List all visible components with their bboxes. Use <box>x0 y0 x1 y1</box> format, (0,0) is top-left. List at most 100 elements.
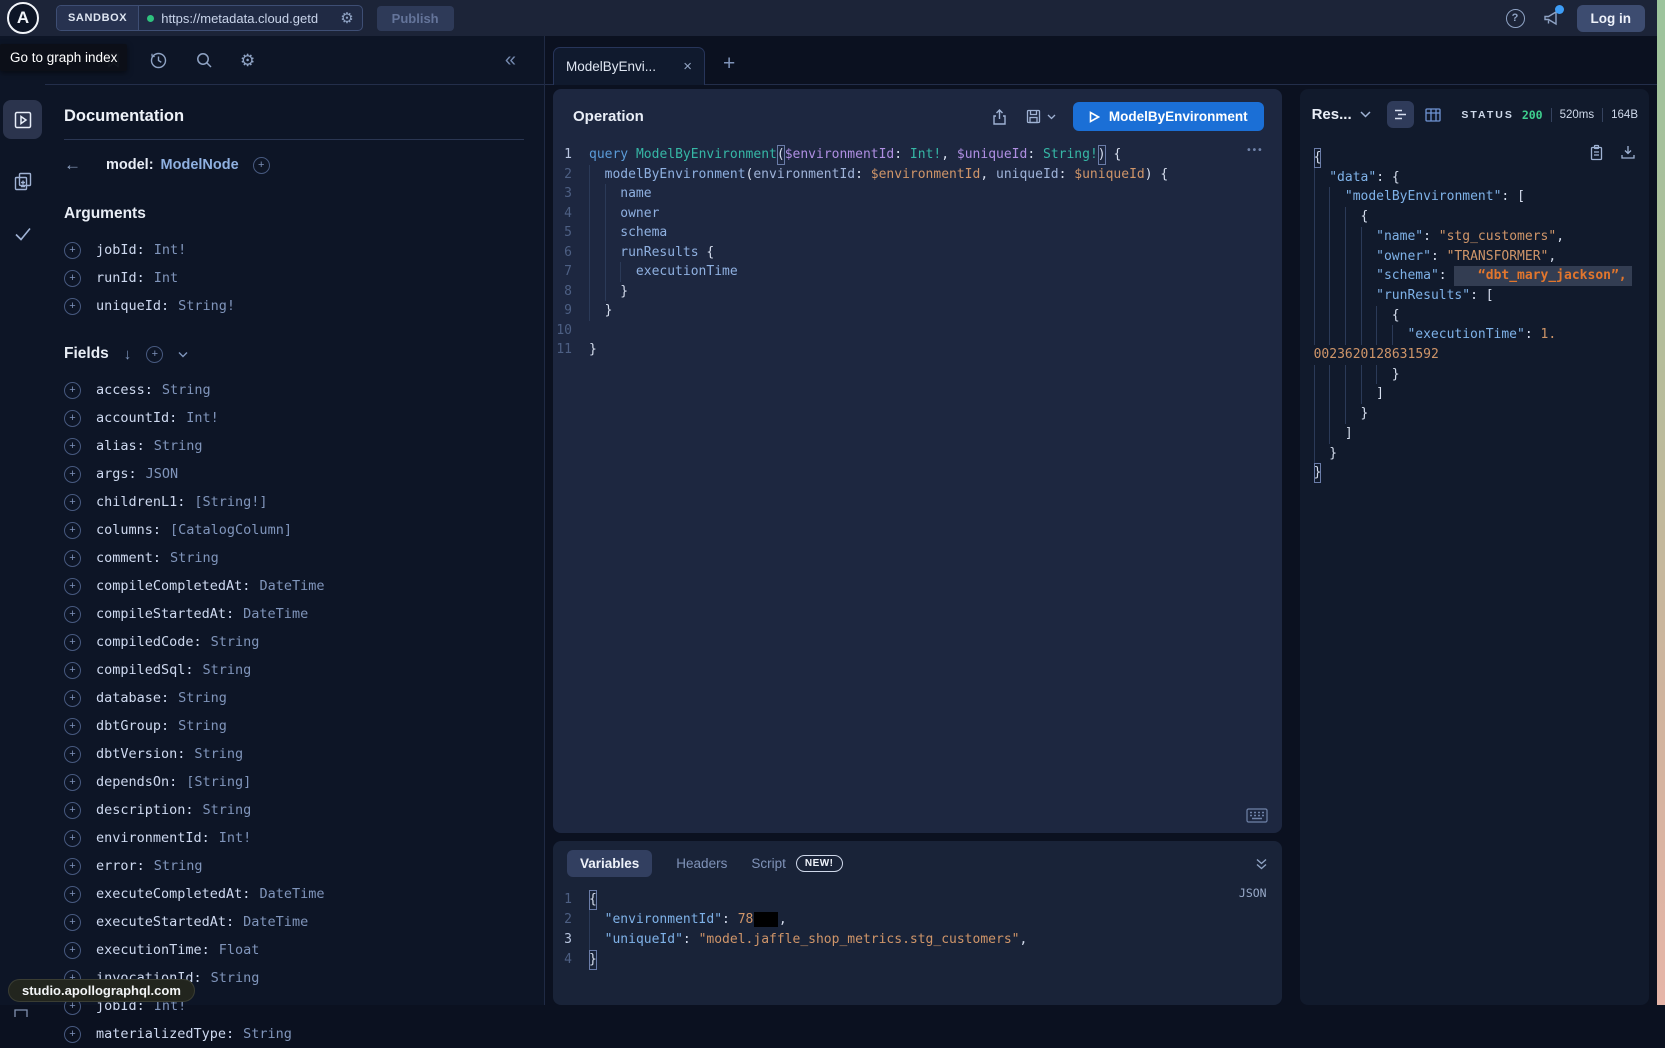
field-name[interactable]: description: <box>96 802 194 818</box>
formatted-view-icon[interactable] <box>1387 101 1414 128</box>
field-type[interactable]: String <box>170 550 219 566</box>
field-type[interactable]: String <box>178 718 227 734</box>
add-field-button[interactable]: + <box>64 298 81 315</box>
field-type[interactable]: String <box>154 438 203 454</box>
field-name[interactable]: materializedType: <box>96 1026 234 1042</box>
field-name[interactable]: childrenL1: <box>96 494 185 510</box>
field-name[interactable]: args: <box>96 466 137 482</box>
copy-response-icon[interactable] <box>1589 144 1604 161</box>
add-field-button[interactable]: + <box>64 690 81 707</box>
field-type[interactable]: String <box>203 802 252 818</box>
field-name[interactable]: runId: <box>96 270 145 286</box>
download-response-icon[interactable] <box>1620 144 1636 161</box>
field-name[interactable]: dependsOn: <box>96 774 177 790</box>
tab-script[interactable]: Script <box>751 856 786 871</box>
field-type[interactable]: [String!] <box>194 494 267 510</box>
field-type[interactable]: String! <box>178 298 235 314</box>
field-type[interactable]: DateTime <box>243 606 308 622</box>
table-view-icon[interactable] <box>1420 101 1447 128</box>
field-name[interactable]: compileCompletedAt: <box>96 578 250 594</box>
tab-variables[interactable]: Variables <box>567 850 652 877</box>
endpoint-url-text[interactable]: https://metadata.cloud.getd <box>161 11 333 26</box>
field-type[interactable]: Int! <box>219 830 252 846</box>
field-type[interactable]: [CatalogColumn] <box>170 522 292 538</box>
add-field-button[interactable]: + <box>64 942 81 959</box>
field-type[interactable]: String <box>211 634 260 650</box>
field-type[interactable]: Float <box>219 942 260 958</box>
login-button[interactable]: Log in <box>1577 5 1646 32</box>
editor-overflow-menu-icon[interactable]: ••• <box>1247 145 1264 156</box>
field-type[interactable]: Int! <box>154 242 187 258</box>
field-name[interactable]: comment: <box>96 550 161 566</box>
collapse-sidebar-icon[interactable]: « <box>505 49 516 72</box>
add-field-button[interactable]: + <box>64 634 81 651</box>
field-name[interactable]: uniqueId: <box>96 298 169 314</box>
keyboard-shortcuts-icon[interactable] <box>1246 808 1268 823</box>
field-type[interactable]: DateTime <box>259 886 324 902</box>
close-tab-icon[interactable]: × <box>683 58 692 75</box>
response-title-dropdown[interactable]: Res... <box>1312 106 1371 123</box>
field-type[interactable]: String <box>243 1026 292 1042</box>
field-type[interactable]: Int! <box>186 410 219 426</box>
sidebar-item-checks[interactable] <box>3 214 42 253</box>
field-name[interactable]: compileStartedAt: <box>96 606 234 622</box>
history-icon[interactable] <box>149 51 168 70</box>
tab-headers[interactable]: Headers <box>676 856 727 871</box>
field-name[interactable]: alias: <box>96 438 145 454</box>
add-field-button[interactable]: + <box>64 242 81 259</box>
variables-editor[interactable]: 1{2"environmentId": 78,3"uniqueId": "mod… <box>553 884 1282 970</box>
add-field-button[interactable]: + <box>64 746 81 763</box>
field-type[interactable]: String <box>154 858 203 874</box>
field-name[interactable]: environmentId: <box>96 830 210 846</box>
field-name[interactable]: compiledSql: <box>96 662 194 678</box>
field-name[interactable]: database: <box>96 690 169 706</box>
field-type[interactable]: Int <box>154 270 178 286</box>
field-type[interactable]: String <box>203 662 252 678</box>
field-type[interactable]: String <box>194 746 243 762</box>
add-field-button[interactable]: + <box>64 270 81 287</box>
add-field-button[interactable]: + <box>64 858 81 875</box>
field-name[interactable]: executeCompletedAt: <box>96 886 250 902</box>
add-field-button[interactable]: + <box>64 466 81 483</box>
field-type[interactable]: JSON <box>146 466 179 482</box>
add-field-button[interactable]: + <box>64 522 81 539</box>
run-operation-button[interactable]: ModelByEnvironment <box>1073 102 1264 131</box>
field-type[interactable]: [String] <box>186 774 251 790</box>
save-operation-group[interactable] <box>1025 108 1056 125</box>
add-field-button[interactable]: + <box>64 802 81 819</box>
add-field-button[interactable]: + <box>64 774 81 791</box>
connection-settings-gear-icon[interactable]: ⚙ <box>340 11 353 26</box>
new-tab-button[interactable]: + <box>723 52 735 76</box>
field-type[interactable]: String <box>178 690 227 706</box>
add-all-fields-button[interactable]: + <box>146 346 163 363</box>
field-name[interactable]: accountId: <box>96 410 177 426</box>
add-field-button[interactable]: + <box>64 578 81 595</box>
publish-button[interactable]: Publish <box>377 6 454 31</box>
field-name[interactable]: executeStartedAt: <box>96 914 234 930</box>
add-field-button[interactable]: + <box>64 886 81 903</box>
response-json[interactable]: {"data": {"modelByEnvironment": [{"name"… <box>1314 145 1649 483</box>
help-icon[interactable]: ? <box>1506 9 1525 28</box>
field-name[interactable]: compiledCode: <box>96 634 202 650</box>
sidebar-item-schema[interactable] <box>3 161 42 200</box>
field-type[interactable]: DateTime <box>243 914 308 930</box>
add-field-button[interactable]: + <box>64 662 81 679</box>
operation-tab[interactable]: ModelByEnvi... × <box>553 47 705 85</box>
field-name[interactable]: jobId: <box>96 242 145 258</box>
add-field-button[interactable]: + <box>64 382 81 399</box>
chevron-down-icon[interactable] <box>178 351 188 358</box>
add-field-button[interactable]: + <box>64 438 81 455</box>
search-icon[interactable] <box>195 51 213 69</box>
add-field-button[interactable]: + <box>64 1026 81 1043</box>
field-type[interactable]: String <box>211 970 260 986</box>
field-name[interactable]: dbtVersion: <box>96 746 185 762</box>
field-type[interactable]: DateTime <box>259 578 324 594</box>
add-field-button[interactable]: + <box>64 550 81 567</box>
sort-fields-icon[interactable]: ↓ <box>124 346 132 363</box>
collapse-variables-icon[interactable] <box>1255 858 1268 870</box>
sidebar-item-explorer[interactable] <box>3 100 42 139</box>
add-field-button[interactable]: + <box>64 914 81 931</box>
add-field-button[interactable]: + <box>64 830 81 847</box>
add-field-button[interactable]: + <box>64 606 81 623</box>
add-field-button[interactable]: + <box>64 494 81 511</box>
